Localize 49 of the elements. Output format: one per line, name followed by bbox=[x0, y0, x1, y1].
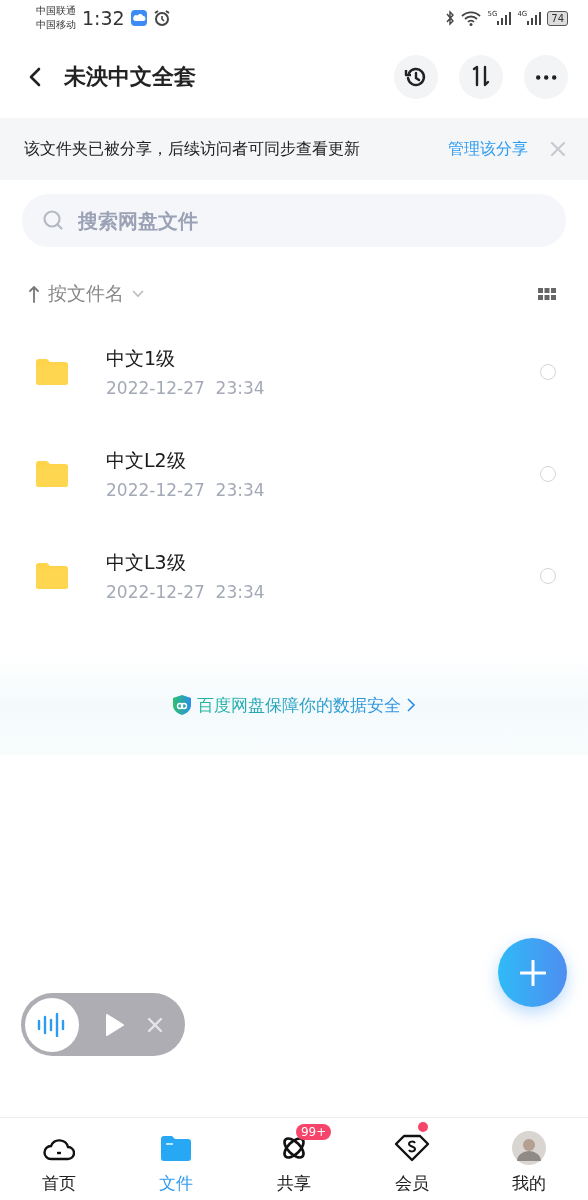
sort-dropdown[interactable]: 按文件名 bbox=[28, 281, 144, 307]
close-icon[interactable] bbox=[147, 1016, 163, 1033]
tab-item[interactable]: 会员 bbox=[352, 1118, 471, 1200]
history-button[interactable] bbox=[394, 55, 438, 99]
caret-icon bbox=[132, 290, 144, 298]
cloud-app-icon bbox=[130, 10, 147, 26]
chevron-right-icon bbox=[407, 698, 415, 712]
close-icon[interactable] bbox=[550, 141, 566, 157]
tab-item[interactable]: 99+ 共享 bbox=[235, 1118, 353, 1200]
folder-name[interactable]: 中文L3级 bbox=[106, 550, 265, 576]
orbit-icon bbox=[280, 1134, 308, 1162]
diamond-icon bbox=[393, 1134, 430, 1162]
more-icon bbox=[535, 74, 557, 80]
alarm-icon bbox=[152, 9, 171, 27]
sort-button[interactable] bbox=[459, 55, 503, 99]
carrier-name: 中国联通 bbox=[36, 4, 76, 18]
plus-icon bbox=[519, 959, 546, 986]
folder-icon bbox=[161, 1135, 192, 1161]
notification-badge: 99+ bbox=[296, 1124, 332, 1140]
folder-name[interactable]: 中文L2级 bbox=[106, 448, 265, 474]
add-button[interactable] bbox=[498, 938, 567, 1007]
tab-item[interactable]: 我的 bbox=[470, 1118, 588, 1200]
notice-text: 该文件夹已被分享，后续访问者可同步查看更新 bbox=[24, 138, 360, 160]
modified-date: 2022-12-27 23:34 bbox=[106, 582, 265, 602]
bluetooth-icon bbox=[445, 10, 456, 26]
search-field[interactable]: 搜索网盘文件 bbox=[22, 194, 566, 247]
folder-icon[interactable] bbox=[36, 563, 68, 589]
signal-icon bbox=[527, 10, 542, 26]
more-button[interactable] bbox=[524, 55, 568, 99]
wifi-icon bbox=[461, 10, 482, 26]
play-icon[interactable] bbox=[105, 1012, 125, 1037]
search-icon bbox=[42, 209, 64, 231]
modified-date: 2022-12-27 23:34 bbox=[106, 378, 265, 398]
folder-name[interactable]: 中文1级 bbox=[106, 346, 265, 372]
tab-item[interactable]: 首页 bbox=[0, 1118, 118, 1200]
carrier-name: 中国移动 bbox=[36, 18, 76, 32]
signal-icon bbox=[497, 10, 512, 26]
grid-view-icon[interactable] bbox=[538, 288, 556, 300]
folder-icon[interactable] bbox=[36, 461, 68, 487]
page-title: 未泱中文全套 bbox=[64, 63, 196, 91]
battery-level: 74 bbox=[547, 10, 568, 26]
audio-wave-button[interactable] bbox=[25, 997, 79, 1052]
shield-icon bbox=[173, 695, 191, 715]
status-time: 1:32 bbox=[82, 7, 125, 29]
avatar-icon bbox=[512, 1131, 547, 1165]
history-icon bbox=[404, 65, 428, 89]
modified-date: 2022-12-27 23:34 bbox=[106, 480, 265, 500]
folder-icon[interactable] bbox=[36, 359, 68, 385]
up-arrow-icon bbox=[28, 285, 40, 303]
